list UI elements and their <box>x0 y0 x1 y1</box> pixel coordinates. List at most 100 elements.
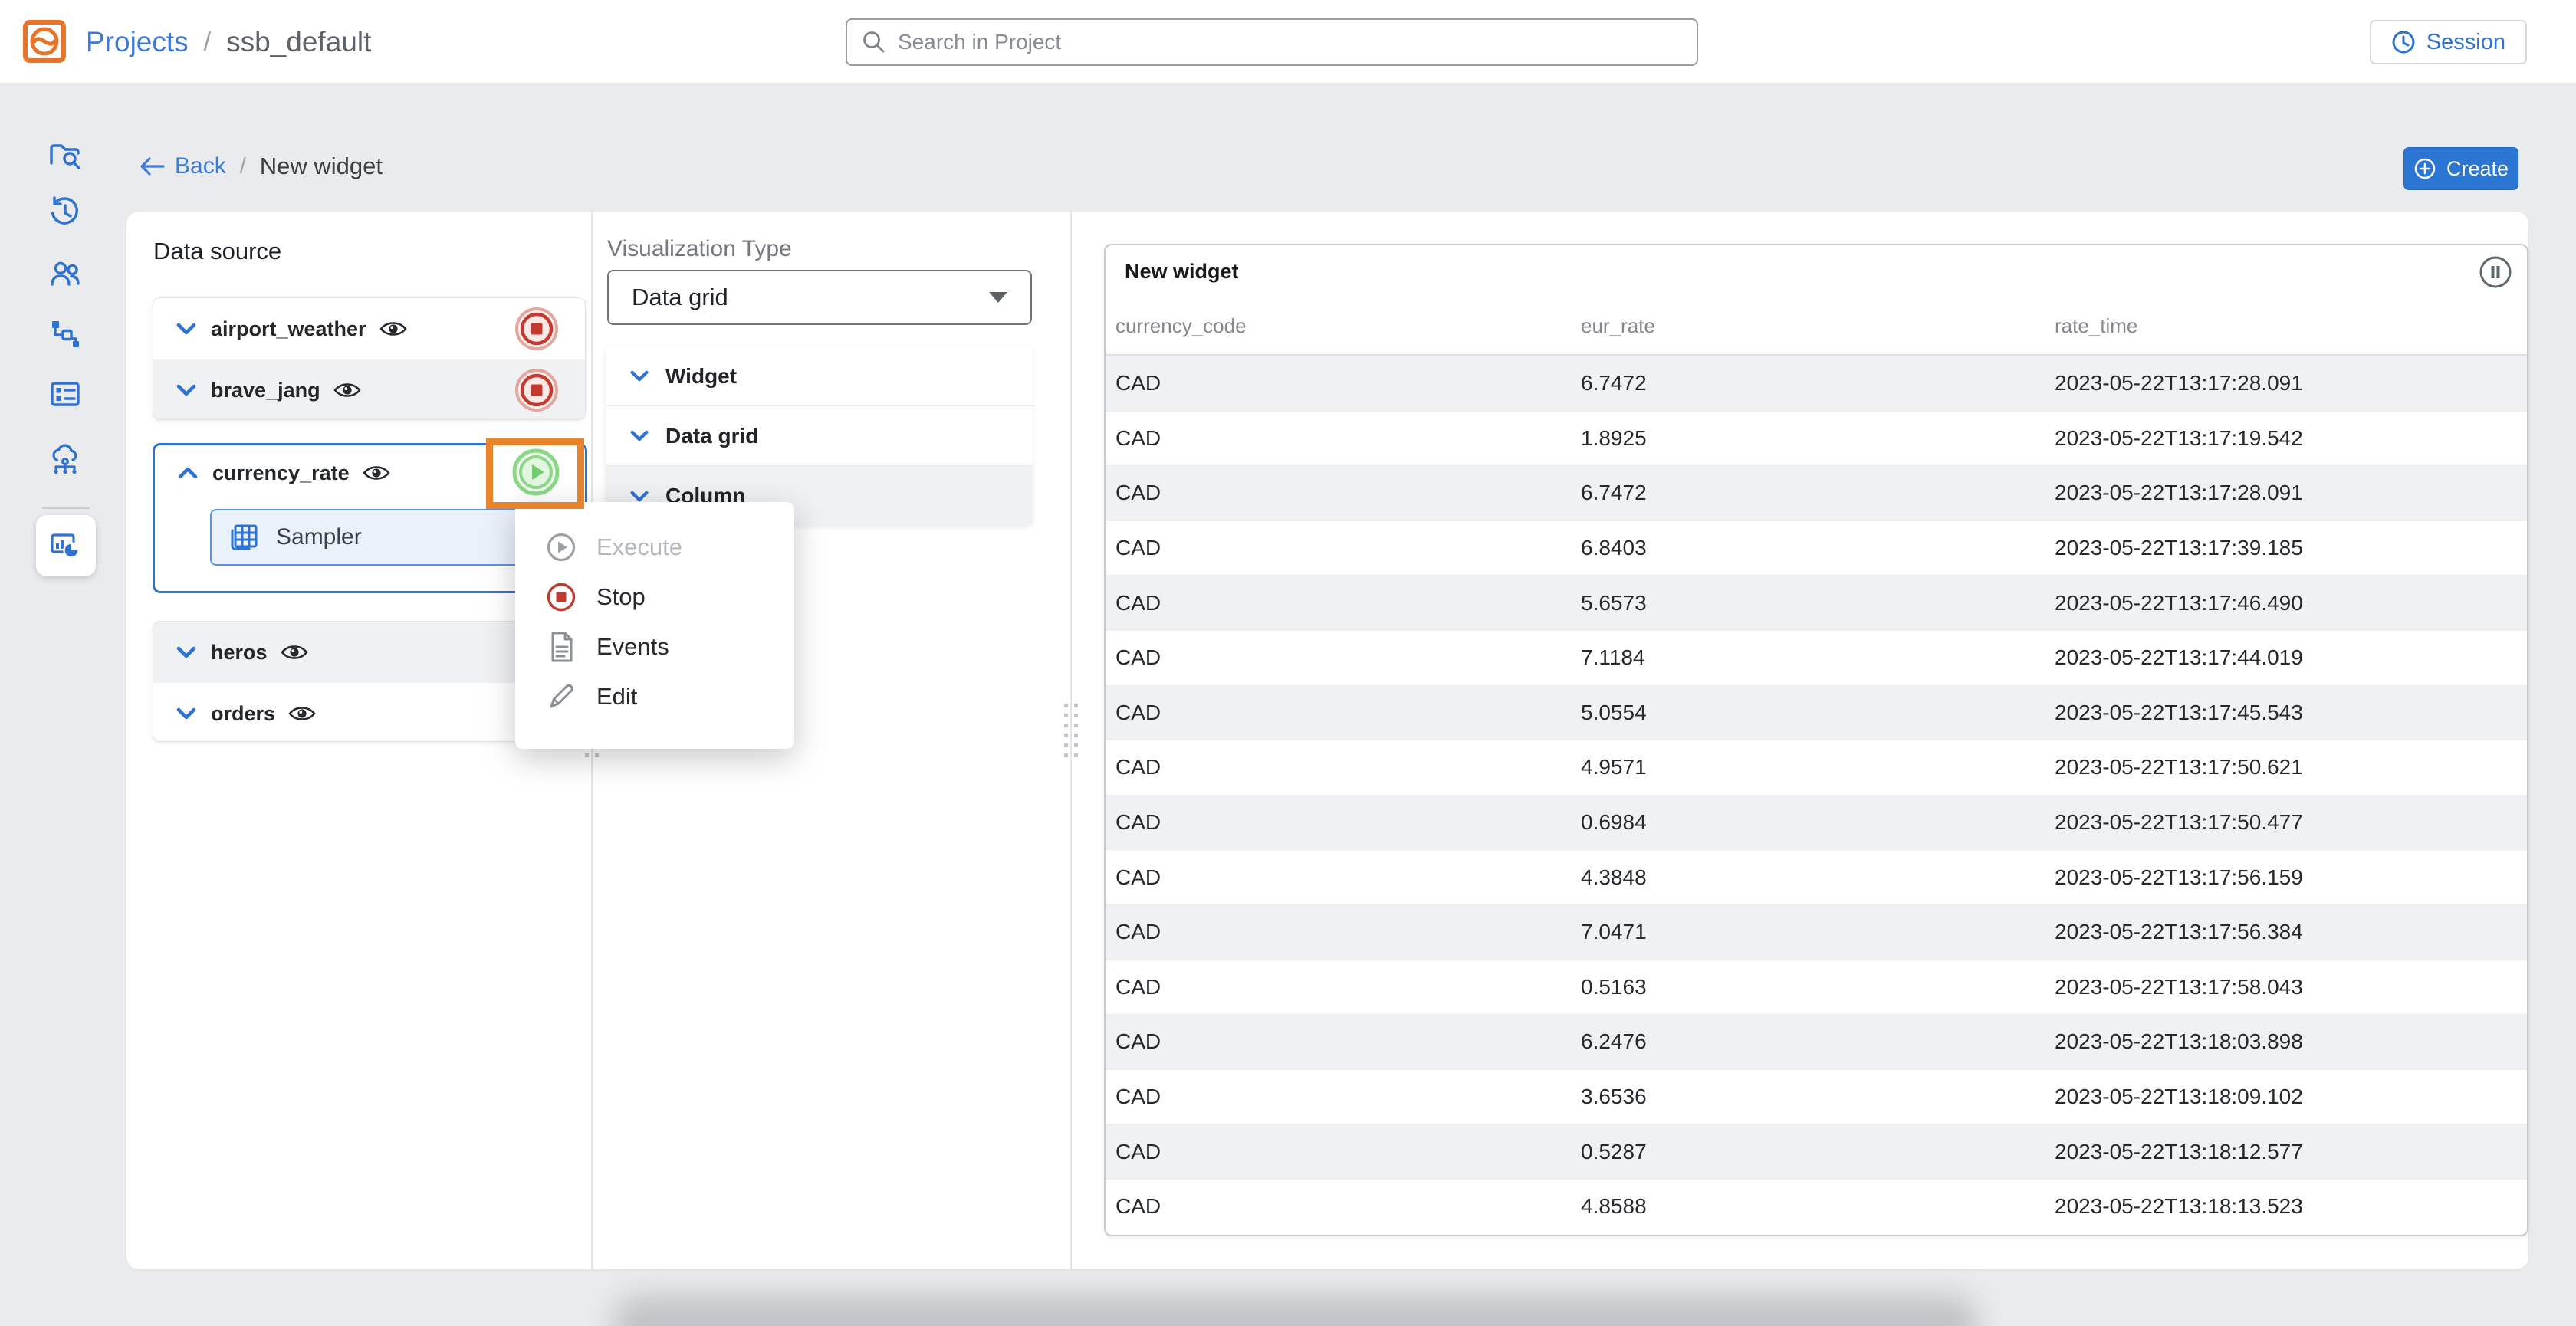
visualization-type-value: Data grid <box>632 284 989 311</box>
accordion-section-widget[interactable]: Widget <box>606 346 1033 406</box>
table-row: CAD6.84032023-05-22T13:17:39.185 <box>1106 520 2527 576</box>
data-source-group-1: airport_weather brave_jang <box>153 297 586 420</box>
chevron-up-icon[interactable] <box>176 465 199 481</box>
data-source-item-label: airport_weather <box>211 317 366 341</box>
eye-icon[interactable] <box>334 380 361 400</box>
table-cell: 0.6984 <box>1581 810 2055 835</box>
table-row: CAD7.11842023-05-22T13:17:44.019 <box>1106 630 2527 685</box>
data-source-item-brave-jang[interactable]: brave_jang <box>153 359 585 420</box>
table-cell: CAD <box>1106 536 1581 560</box>
session-button[interactable]: Session <box>2370 20 2527 64</box>
table-cell: 0.5287 <box>1581 1140 2055 1164</box>
stop-job-button[interactable] <box>514 307 559 351</box>
sidebar-item-dashboards-active[interactable] <box>36 515 96 576</box>
widget-preview-panel: New widget currency_code eur_rate rate_t… <box>1104 244 2528 1236</box>
table-cell: 4.9571 <box>1581 755 2055 780</box>
menu-item-execute[interactable]: Execute <box>515 522 794 572</box>
create-button[interactable]: Create <box>2404 147 2518 190</box>
table-cell: CAD <box>1106 645 1581 670</box>
eye-icon[interactable] <box>288 704 316 724</box>
visualization-type-select[interactable]: Data grid <box>607 270 1032 325</box>
table-cell: 2023-05-22T13:17:58.043 <box>2055 975 2527 999</box>
table-grid-icon <box>228 522 259 553</box>
sidebar-item-tables[interactable] <box>44 373 87 415</box>
sidebar-item-users[interactable] <box>44 253 87 296</box>
toolbar-separator: / <box>240 154 246 179</box>
page-toolbar: Back / New widget <box>138 148 383 185</box>
eye-icon[interactable] <box>380 319 407 339</box>
stop-job-button[interactable] <box>514 368 559 412</box>
pause-circle-icon <box>2478 254 2513 290</box>
visualization-accordion: Widget Data grid Column <box>606 346 1033 526</box>
cloud-network-icon <box>48 441 83 477</box>
sidebar-item-project-explorer[interactable] <box>44 135 87 178</box>
table-cell: 2023-05-22T13:17:50.621 <box>2055 755 2527 780</box>
table-cell: 2023-05-22T13:17:56.159 <box>2055 865 2527 890</box>
menu-item-label: Execute <box>596 533 682 561</box>
table-row: CAD4.38482023-05-22T13:17:56.159 <box>1106 849 2527 904</box>
session-button-label: Session <box>2426 30 2505 55</box>
accordion-section-data-grid[interactable]: Data grid <box>606 406 1033 466</box>
table-cell: 2023-05-22T13:17:50.477 <box>2055 810 2527 835</box>
table-cell: CAD <box>1106 755 1581 780</box>
table-cell: 7.1184 <box>1581 645 2055 670</box>
folder-search-icon <box>48 139 83 174</box>
menu-item-edit[interactable]: Edit <box>515 671 794 721</box>
column-header: currency_code <box>1106 314 1581 338</box>
table-cell: 3.6536 <box>1581 1085 2055 1109</box>
clock-icon <box>2391 30 2416 54</box>
panel-resizer-right[interactable] <box>1061 704 1081 757</box>
menu-item-events[interactable]: Events <box>515 622 794 671</box>
table-cell: 2023-05-22T13:17:56.384 <box>2055 920 2527 944</box>
table-cell: 2023-05-22T13:17:28.091 <box>2055 481 2527 505</box>
back-arrow-icon <box>138 155 166 178</box>
back-link[interactable]: Back <box>138 153 226 179</box>
table-row: CAD6.74722023-05-22T13:17:28.091 <box>1106 356 2527 411</box>
sidebar-item-data-sources[interactable] <box>44 438 87 481</box>
sampler-item[interactable]: Sampler <box>210 509 567 566</box>
table-cell: 2023-05-22T13:17:45.543 <box>2055 701 2527 725</box>
table-cell: 2023-05-22T13:18:03.898 <box>2055 1029 2527 1054</box>
table-body: CAD6.74722023-05-22T13:17:28.091CAD1.892… <box>1106 356 2527 1234</box>
project-search <box>846 18 1698 66</box>
chevron-down-icon[interactable] <box>175 645 198 660</box>
chevron-down-icon[interactable] <box>175 321 198 336</box>
table-cell: 1.8925 <box>1581 426 2055 451</box>
menu-item-stop[interactable]: Stop <box>515 572 794 622</box>
eye-icon[interactable] <box>281 642 308 662</box>
table-cell: 6.8403 <box>1581 536 2055 560</box>
menu-item-label: Edit <box>596 683 637 711</box>
menu-item-label: Events <box>596 633 669 661</box>
eye-icon[interactable] <box>363 463 390 483</box>
table-row: CAD6.24762023-05-22T13:18:03.898 <box>1106 1014 2527 1069</box>
search-input[interactable] <box>898 30 1697 54</box>
table-row: CAD5.65732023-05-22T13:17:46.490 <box>1106 575 2527 630</box>
sidebar-item-job-flow[interactable] <box>44 313 87 356</box>
table-row: CAD0.52872023-05-22T13:18:12.577 <box>1106 1124 2527 1179</box>
chevron-down-icon <box>629 369 650 383</box>
table-cell: CAD <box>1106 1029 1581 1054</box>
chevron-down-icon <box>989 292 1007 303</box>
breadcrumb: Projects / ssb_default <box>86 0 371 84</box>
document-icon <box>546 630 577 664</box>
table-cell: 6.7472 <box>1581 371 2055 396</box>
search-icon <box>861 29 887 55</box>
table-cell: CAD <box>1106 426 1581 451</box>
ssb-logo-icon <box>21 18 67 64</box>
top-bar: Projects / ssb_default Session <box>0 0 2576 84</box>
table-cell: 2023-05-22T13:17:19.542 <box>2055 426 2527 451</box>
chevron-down-icon[interactable] <box>175 706 198 721</box>
history-icon <box>48 195 83 230</box>
breadcrumb-projects-link[interactable]: Projects <box>86 26 189 58</box>
flow-icon <box>48 317 83 352</box>
dashboard-chart-icon <box>48 528 84 563</box>
app-logo[interactable] <box>21 18 67 64</box>
sidebar-item-history[interactable] <box>44 191 87 234</box>
data-source-item-airport-weather[interactable]: airport_weather <box>153 298 585 359</box>
breadcrumb-current-project: ssb_default <box>226 26 371 58</box>
pause-sampling-button[interactable] <box>2478 254 2513 290</box>
chevron-down-icon[interactable] <box>175 382 198 398</box>
table-cell: CAD <box>1106 865 1581 890</box>
table-cell: 2023-05-22T13:17:39.185 <box>2055 536 2527 560</box>
annotation-highlight-box <box>486 438 584 509</box>
